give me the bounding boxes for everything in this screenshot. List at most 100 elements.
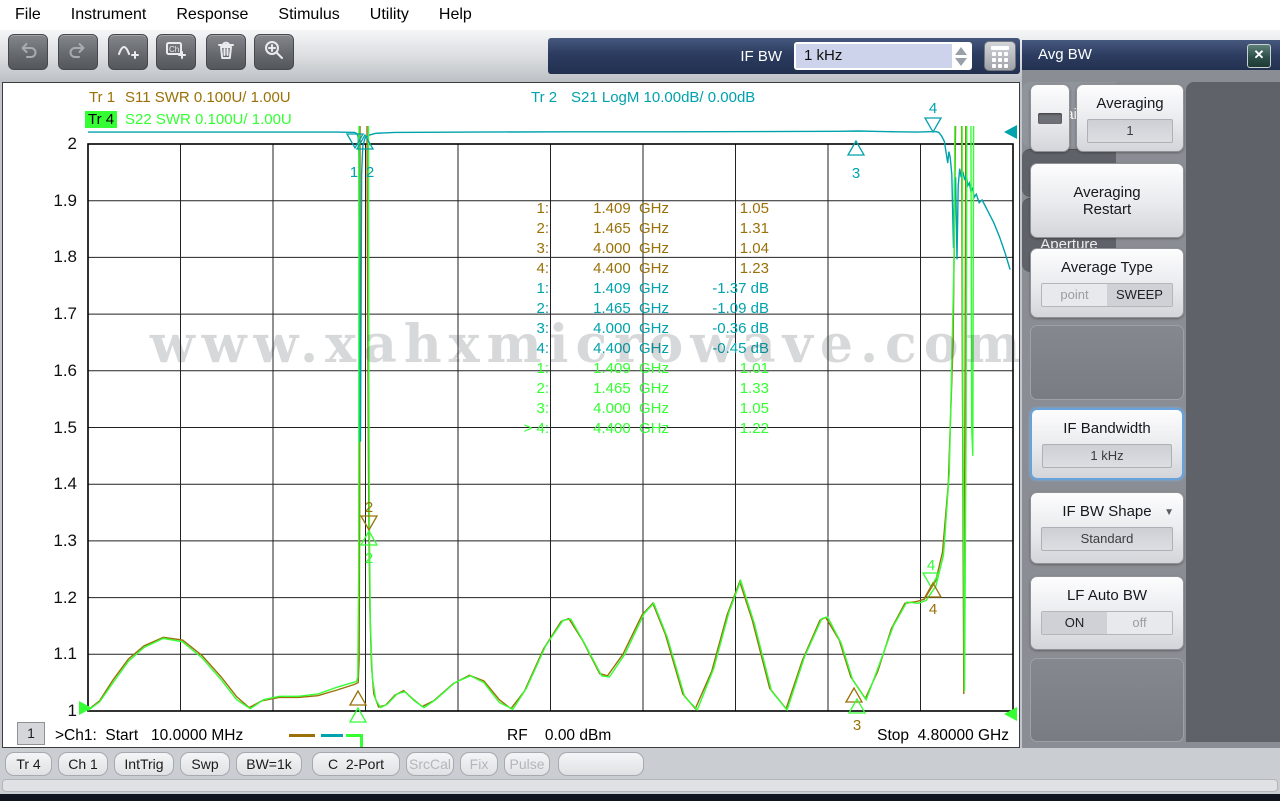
menu-stimulus[interactable]: Stimulus <box>263 6 354 24</box>
status-pulse-button: Pulse <box>504 752 550 776</box>
ifbw-input[interactable]: 1 kHz <box>794 42 972 70</box>
if-bandwidth-button[interactable]: IF Bandwidth 1 kHz <box>1030 408 1184 480</box>
marker-number: 1 <box>350 164 358 181</box>
menu-utility[interactable]: Utility <box>355 6 424 24</box>
marker-row: 2: 1.465 GHz 1.31 <box>536 220 769 237</box>
averaging-toggle-button[interactable] <box>1030 84 1070 152</box>
menu-help[interactable]: Help <box>424 6 487 24</box>
y-tick: 1.4 <box>53 474 77 493</box>
close-panel-button[interactable]: ✕ <box>1247 44 1271 68</box>
if-bw-shape-value: Standard <box>1041 527 1173 551</box>
marker-row: 3: 4.000 GHz -0.36 dB <box>536 320 769 337</box>
add-trace-button[interactable] <box>108 34 148 70</box>
redo-button[interactable] <box>58 34 98 70</box>
blank-softkey <box>1030 325 1184 400</box>
status-channel-button[interactable]: Ch 1 <box>58 752 108 776</box>
undo-button[interactable] <box>8 34 48 70</box>
spinner-down-icon[interactable] <box>955 57 967 66</box>
menu-instrument[interactable]: Instrument <box>56 6 162 24</box>
zoom-icon <box>263 39 285 66</box>
menu-response[interactable]: Response <box>161 6 263 24</box>
ifbw-label: IF BW <box>740 47 782 65</box>
status-bandwidth-button[interactable]: BW=1k <box>236 752 302 776</box>
reference-level-arrow-icon <box>79 701 92 715</box>
lf-auto-bw-button[interactable]: LF Auto BW ON off <box>1030 576 1184 650</box>
undo-icon <box>17 39 39 66</box>
keypad-icon <box>991 46 1009 50</box>
lf-auto-bw-segment[interactable]: ON off <box>1041 611 1173 635</box>
menu-file[interactable]: File <box>0 6 56 24</box>
channel-status-line: >Ch1: Start 10.0000 MHz RF 0.00 dBm Stop… <box>3 721 1019 747</box>
status-sweep-button[interactable]: Swp <box>180 752 230 776</box>
marker-row: 3: 4.000 GHz 1.04 <box>536 240 769 257</box>
marker-triangle-icon <box>348 689 368 706</box>
average-type-sweep[interactable]: SWEEP <box>1107 284 1172 306</box>
marker-number: 2 <box>365 550 373 567</box>
marker-row: 4: 4.400 GHz 1.23 <box>536 260 769 277</box>
marker-row: 1: 1.409 GHz 1.01 <box>536 360 769 377</box>
spinner-up-icon[interactable] <box>955 46 967 55</box>
trace2-desc: S21 LogM 10.00dB/ 0.00dB <box>571 89 756 106</box>
y-tick: 2 <box>67 134 77 153</box>
add-channel-button[interactable]: Ch <box>156 34 196 70</box>
trace1-id[interactable]: Tr 1 <box>89 89 115 106</box>
ifbw-quick-bar: IF BW 1 kHz <box>548 38 1020 74</box>
y-tick: 1.2 <box>53 588 77 607</box>
marker-readout-table: 1: 1.409 GHz 1.05 2: 1.465 GHz 1.31 3: 4.000 … <box>501 199 769 439</box>
menu-bar: File Instrument Response Stimulus Utilit… <box>0 0 1280 30</box>
average-type-button[interactable]: Average Type point SWEEP <box>1030 248 1184 318</box>
trace2-id[interactable]: Tr 2 <box>531 89 557 106</box>
trace1-color-key <box>289 734 315 737</box>
marker-number: 2 <box>365 499 373 516</box>
marker-triangle-icon <box>923 117 943 134</box>
ifbw-value[interactable]: 1 kHz <box>796 44 952 68</box>
marker-row: 4: 4.400 GHz -0.45 dB <box>536 340 769 357</box>
rf-power-label: RF 0.00 dBm <box>507 727 612 744</box>
zoom-button[interactable] <box>254 34 294 70</box>
status-trigger-button[interactable]: IntTrig <box>114 752 174 776</box>
reference-level-arrow-icon <box>1004 707 1017 721</box>
y-tick: 1 <box>67 701 77 720</box>
averaging-button[interactable]: Averaging 1 <box>1076 84 1184 152</box>
average-type-segment[interactable]: point SWEEP <box>1041 283 1173 307</box>
y-tick: 1.9 <box>53 191 77 210</box>
lf-auto-bw-on[interactable]: ON <box>1042 612 1107 634</box>
keypad-button[interactable] <box>984 41 1016 71</box>
averaging-value: 1 <box>1087 119 1173 143</box>
delete-trace-button[interactable] <box>206 34 246 70</box>
stop-frequency-label: Stop 4.80000 GHz <box>877 727 1009 744</box>
averaging-restart-button[interactable]: Averaging Restart <box>1030 163 1184 238</box>
marker-row: 3: 4.000 GHz 1.05 <box>536 400 769 417</box>
add-trace-icon <box>117 39 139 66</box>
marker-row: 2: 1.465 GHz 1.33 <box>536 380 769 397</box>
average-type-point[interactable]: point <box>1042 284 1107 306</box>
marker-number: 4 <box>929 100 937 117</box>
redo-icon <box>67 39 89 66</box>
trace1-desc: S11 SWR 0.100U/ 1.00U <box>125 89 291 106</box>
panel-tab-column <box>1186 82 1280 742</box>
marker-row: 1: 1.409 GHz 1.05 <box>536 200 769 217</box>
marker-row: > 4: 4.400 GHz 1.22 <box>523 420 769 437</box>
if-bw-shape-button[interactable]: IF BW Shape ▼ Standard <box>1030 492 1184 564</box>
trace4-desc: S22 SWR 0.100U/ 1.00U <box>125 111 292 128</box>
if-bandwidth-value: 1 kHz <box>1042 444 1172 468</box>
y-tick: 1.3 <box>53 531 77 550</box>
ifbw-spinner[interactable] <box>952 44 970 68</box>
trace4-id-active[interactable]: Tr 4 <box>85 111 118 128</box>
bottom-status-bar: Tr 4 Ch 1 IntTrig Swp BW=1k C 2-Port Src… <box>0 748 1280 801</box>
avg-bw-panel: Avg BW ✕ Main Smoothing Delay Aperture A… <box>1022 40 1280 748</box>
marker-number: 3 <box>852 165 860 182</box>
message-strip <box>2 779 1278 792</box>
y-tick: 1.6 <box>53 361 77 380</box>
trash-icon <box>215 39 237 66</box>
marker-number: 4 <box>929 601 937 618</box>
add-channel-icon: Ch <box>165 39 187 66</box>
lf-auto-bw-off[interactable]: off <box>1107 612 1172 634</box>
status-trace-button[interactable]: Tr 4 <box>5 752 52 776</box>
y-tick: 1.7 <box>53 304 77 323</box>
status-cal-button[interactable]: C 2-Port <box>312 752 400 776</box>
trace2-color-key <box>321 734 343 737</box>
reference-level-arrow-icon <box>1004 125 1017 139</box>
trace4-color-key-drop <box>360 734 363 747</box>
marker-triangle-icon <box>846 139 866 156</box>
